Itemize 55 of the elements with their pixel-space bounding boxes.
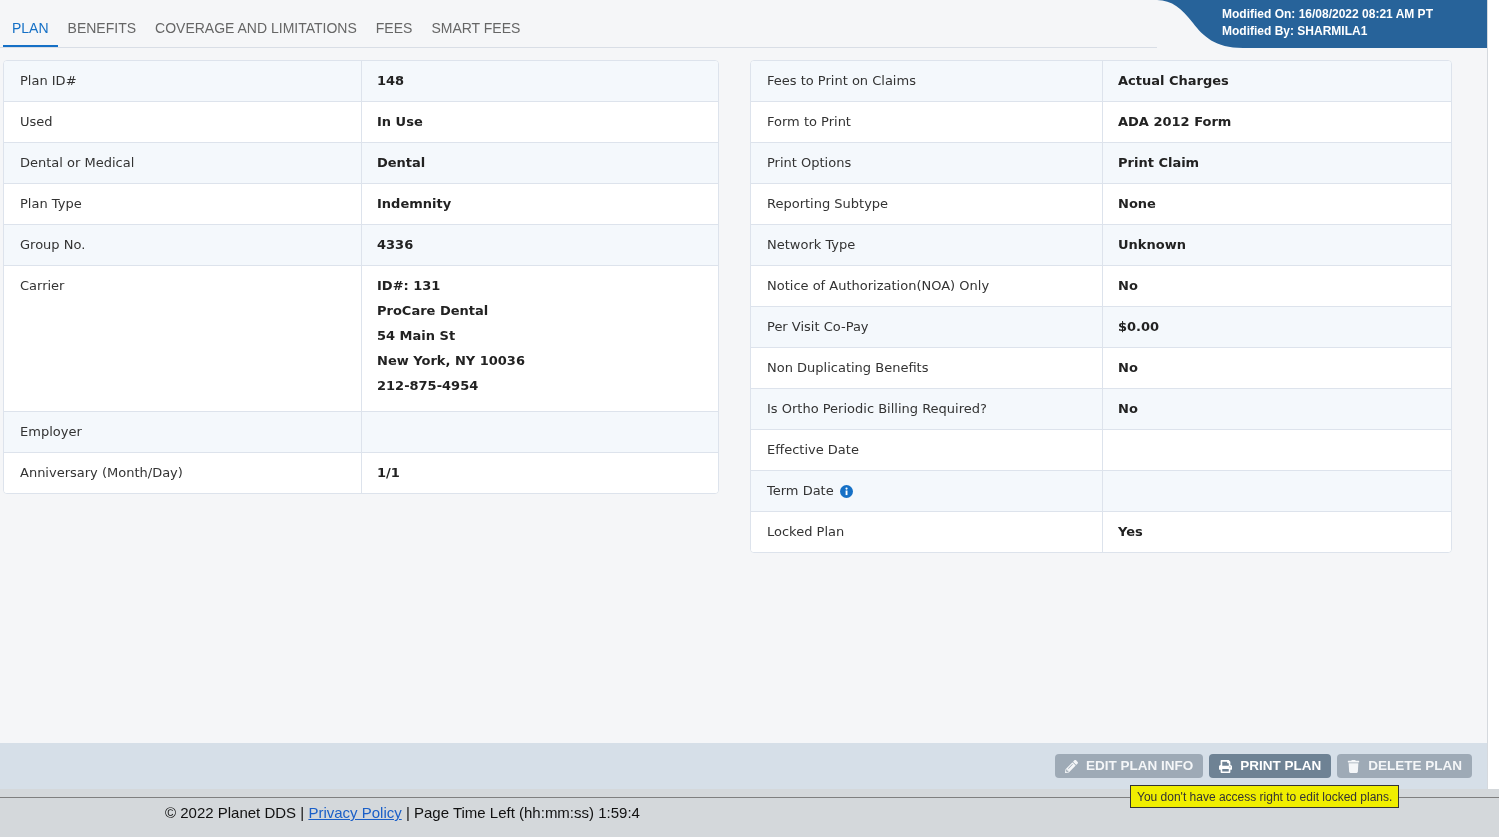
tab[interactable]: SMART FEES bbox=[422, 17, 530, 47]
field-label: Locked Plan bbox=[767, 523, 845, 541]
field-value: $0.00 bbox=[1118, 318, 1161, 336]
tab[interactable]: FEES bbox=[366, 17, 422, 47]
field-value: 212-875-4954 bbox=[377, 377, 480, 395]
field-value: None bbox=[1118, 195, 1157, 213]
field-value: Dental bbox=[377, 154, 427, 172]
tab[interactable]: PLAN bbox=[3, 17, 58, 47]
field-label: Plan ID# bbox=[20, 72, 77, 90]
field-value: 1/1 bbox=[377, 464, 401, 482]
field-value: No bbox=[1118, 277, 1139, 295]
field-value: In Use bbox=[377, 113, 424, 131]
field-label: Notice of Authorization(NOA) Only bbox=[767, 277, 990, 295]
field-value: No bbox=[1118, 400, 1139, 418]
field-value: Print Claim bbox=[1118, 154, 1201, 172]
field-label: Carrier bbox=[20, 277, 65, 295]
tab[interactable]: BENEFITS bbox=[58, 17, 146, 47]
tab[interactable]: COVERAGE AND LIMITATIONS bbox=[146, 17, 366, 47]
field-value: New York, NY 10036 bbox=[377, 352, 526, 370]
field-label: Network Type bbox=[767, 236, 856, 254]
field-label: Form to Print bbox=[767, 113, 851, 131]
field-label: Print Options bbox=[767, 154, 852, 172]
field-label: Per Visit Co-Pay bbox=[767, 318, 869, 336]
field-label: Used bbox=[20, 113, 53, 131]
field-value: ID#: 131 bbox=[377, 277, 442, 295]
field-value: ProCare Dental bbox=[377, 302, 490, 320]
field-value: Unknown bbox=[1118, 236, 1187, 254]
field-value: No bbox=[1118, 359, 1139, 377]
field-value: ADA 2012 Form bbox=[1118, 113, 1233, 131]
trash-icon bbox=[1347, 759, 1361, 773]
field-value: 148 bbox=[377, 72, 406, 90]
pencil-icon bbox=[1065, 759, 1078, 773]
modified-by-text: Modified By: SHARMILA1 bbox=[1222, 22, 1369, 40]
field-label: Is Ortho Periodic Billing Required? bbox=[767, 400, 987, 418]
field-label: Reporting Subtype bbox=[767, 195, 889, 213]
field-value: Actual Charges bbox=[1118, 72, 1230, 90]
printer-icon bbox=[1219, 759, 1233, 773]
field-value: 54 Main St bbox=[377, 327, 457, 345]
field-value: 4336 bbox=[377, 236, 415, 254]
field-label: Plan Type bbox=[20, 195, 82, 213]
field-label: Effective Date bbox=[767, 441, 859, 459]
field-label: Group No. bbox=[20, 236, 86, 254]
tooltip: You don't have access right to edit locked plans. bbox=[1130, 785, 1400, 808]
modified-on-text: Modified On: 16/08/2022 08:21 AM PT bbox=[1222, 5, 1434, 23]
field-value: Indemnity bbox=[377, 195, 453, 213]
field-value: Yes bbox=[1118, 523, 1144, 541]
footer-text: © 2022 Planet DDS | Privacy Policy | Page Time Left (hh:mm:ss) 1:59:4 bbox=[165, 803, 641, 823]
field-label: Non Duplicating Benefits bbox=[767, 359, 929, 377]
field-label: Dental or Medical bbox=[20, 154, 135, 172]
action-button[interactable]: PRINT PLAN bbox=[1209, 754, 1332, 778]
privacy-policy-link[interactable]: Privacy Policy bbox=[308, 804, 402, 821]
field-label: Employer bbox=[20, 423, 82, 441]
field-label: Anniversary (Month/Day) bbox=[20, 464, 183, 482]
field-label: Fees to Print on Claims bbox=[767, 72, 916, 90]
field-label: Term Date bbox=[767, 482, 834, 500]
